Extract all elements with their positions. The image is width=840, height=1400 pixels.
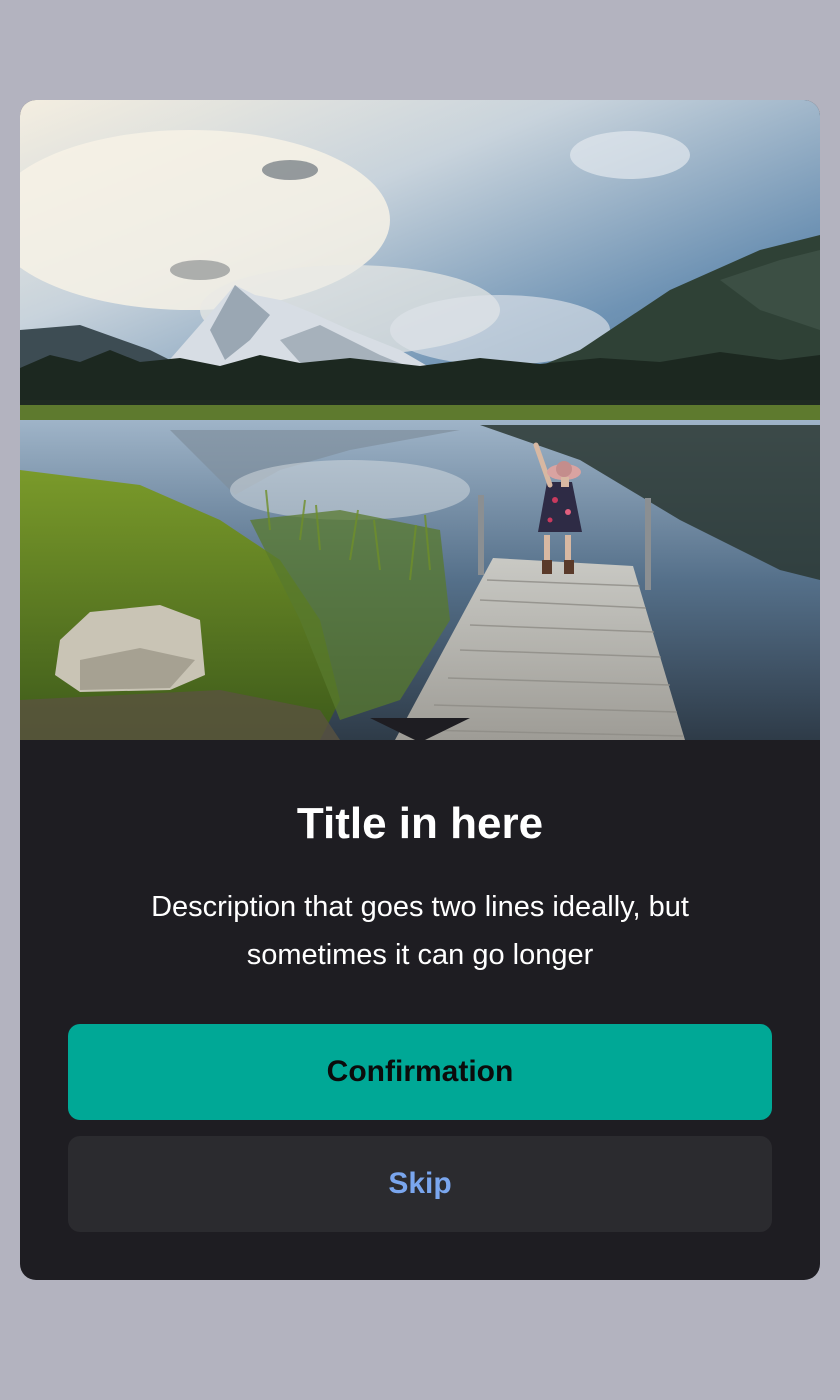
hero-image [20,100,820,740]
dialog-content: Title in here Description that goes two … [20,740,820,1280]
dialog-description: Description that goes two lines ideally,… [151,891,689,971]
skip-button[interactable]: Skip [68,1136,772,1232]
dialog-title: Title in here [296,799,544,848]
confirmation-button[interactable]: Confirmation [68,1024,772,1120]
onboarding-dialog: Title in here Description that goes two … [20,100,820,1280]
landscape-illustration [20,100,820,740]
